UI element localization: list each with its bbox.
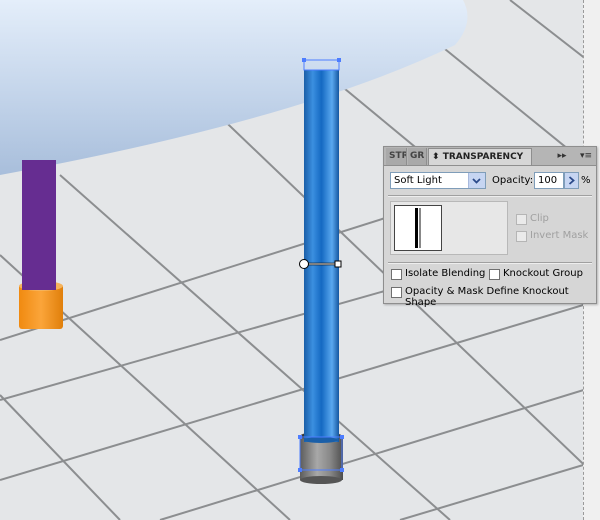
mask-thumbnail-area (390, 201, 508, 255)
transparency-panel: STR GR ⬍ TRANSPARENCY ▸▸ ▾≡ Soft Light O… (383, 146, 597, 308)
opacity-label: Opacity: (492, 175, 534, 186)
tab-gradient[interactable]: GR (408, 148, 427, 165)
opacity-mask-knockout-label: Opacity & Mask Define Knockout Shape (405, 286, 569, 308)
percent-sign: % (581, 175, 591, 186)
isolate-blending-label: Isolate Blending (405, 268, 486, 279)
opacity-mask-knockout-checkbox[interactable] (391, 287, 402, 298)
panel-divider (388, 262, 592, 264)
knockout-group-label: Knockout Group (503, 268, 583, 279)
blend-mode-select[interactable]: Soft Light (390, 172, 486, 189)
panel-tab-bar: STR GR ⬍ TRANSPARENCY ▸▸ ▾≡ (384, 147, 596, 166)
panel-collapse-icon[interactable]: ▸▸ (554, 150, 570, 162)
isolate-blending-checkbox[interactable] (391, 269, 402, 280)
chevron-down-icon[interactable] (468, 173, 485, 188)
invert-mask-checkbox[interactable] (516, 231, 527, 242)
invert-mask-label: Invert Mask (530, 230, 589, 241)
tab-options-toggle-icon[interactable]: ⬍ (432, 152, 440, 162)
object-thumbnail[interactable] (394, 205, 442, 251)
clip-checkbox[interactable] (516, 214, 527, 225)
knockout-group-checkbox[interactable] (489, 269, 500, 280)
opacity-slider-arrow-icon[interactable] (564, 172, 579, 189)
panel-menu-icon[interactable]: ▾≡ (578, 150, 594, 162)
gradient-end-handle[interactable] (334, 260, 342, 268)
gray-cap-bottom (300, 476, 342, 484)
panel-divider (388, 195, 592, 197)
tab-transparency[interactable]: ⬍ TRANSPARENCY (428, 148, 532, 165)
tab-stroke[interactable]: STR (386, 148, 407, 165)
gradient-origin-handle[interactable] (299, 259, 309, 269)
clip-label: Clip (530, 213, 549, 224)
blend-mode-value: Soft Light (394, 175, 442, 186)
purple-table-leg (22, 160, 56, 292)
blue-pole[interactable] (304, 70, 339, 442)
tab-transparency-label: TRANSPARENCY (442, 152, 524, 162)
opacity-input[interactable]: 100 (534, 172, 564, 189)
